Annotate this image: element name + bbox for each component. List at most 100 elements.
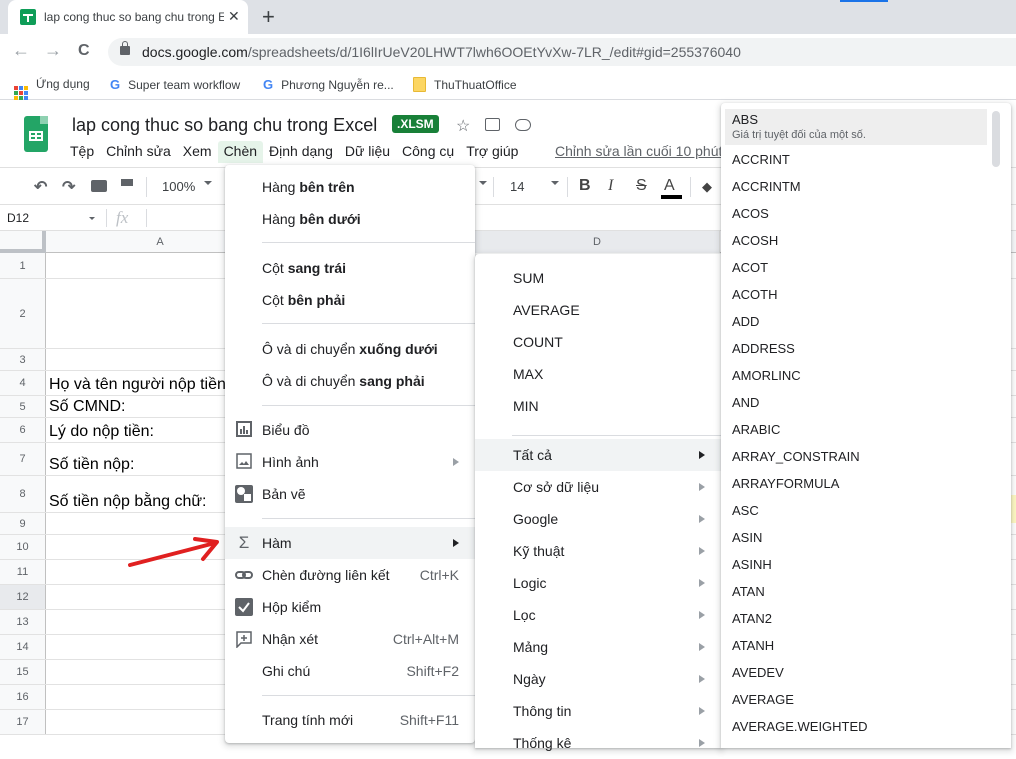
- function-list-item[interactable]: ACOT: [725, 254, 987, 281]
- function-list-item[interactable]: AND: [725, 389, 987, 416]
- row-header[interactable]: 17: [0, 710, 46, 734]
- function-category-item[interactable]: Logic: [475, 567, 721, 599]
- insert-item-bản-vẽ[interactable]: Bản vẽ: [225, 478, 475, 510]
- insert-item-hình-ảnh[interactable]: Hình ảnh: [225, 446, 475, 478]
- insert-item-ô-và-di-chuyển-sang-phải[interactable]: Ô và di chuyển sang phải: [225, 365, 475, 397]
- last-edit-link[interactable]: Chỉnh sửa lần cuối 10 phút: [555, 143, 722, 159]
- text-color-button[interactable]: A: [664, 177, 675, 195]
- address-bar[interactable]: docs.google.com/spreadsheets/d/1I6lIrUeV…: [108, 38, 1016, 66]
- function-category-item[interactable]: Ngày: [475, 663, 721, 695]
- insert-item-hàng-bên-trên[interactable]: Hàng bên trên: [225, 171, 475, 203]
- column-header-d[interactable]: D: [475, 231, 720, 253]
- row-header[interactable]: 5: [0, 396, 46, 417]
- function-category-item[interactable]: Thống kê: [475, 727, 721, 759]
- row-header[interactable]: 2: [0, 279, 46, 348]
- name-box[interactable]: D12: [7, 211, 29, 225]
- function-category-item[interactable]: Cơ sở dữ liệu: [475, 471, 721, 503]
- row-header[interactable]: 10: [0, 535, 46, 559]
- menu-tools[interactable]: Công cụ: [396, 141, 460, 163]
- function-category-item[interactable]: Tất cả: [475, 439, 721, 471]
- fill-color-icon[interactable]: ◆: [702, 179, 712, 195]
- function-list-item[interactable]: ACCRINT: [725, 146, 987, 173]
- function-list-item[interactable]: ARRAYFORMULA: [725, 470, 987, 497]
- menu-format[interactable]: Định dạng: [263, 141, 339, 163]
- menu-insert[interactable]: Chèn: [217, 141, 264, 163]
- cell-a[interactable]: Họ và tên người nộp tiền: [49, 376, 226, 394]
- function-list-item[interactable]: ACOS: [725, 200, 987, 227]
- insert-item-nhận-xét[interactable]: Nhận xét Ctrl+Alt+M: [225, 623, 475, 655]
- insert-item-ghi-chú[interactable]: Ghi chú Shift+F2: [225, 655, 475, 687]
- function-list-item[interactable]: AMORLINC: [725, 362, 987, 389]
- function-list-item[interactable]: ARRAY_CONSTRAIN: [725, 443, 987, 470]
- bookmark-phuong-nguyen[interactable]: G Phương Nguyễn re...: [263, 77, 394, 92]
- insert-item-trang-tính-mới[interactable]: Trang tính mới Shift+F11: [225, 704, 475, 736]
- menu-help[interactable]: Trợ giúp: [460, 141, 524, 163]
- function-list-item[interactable]: ACOTH: [725, 281, 987, 308]
- function-category-item[interactable]: Mảng: [475, 631, 721, 663]
- print-icon[interactable]: [91, 180, 107, 192]
- reload-icon[interactable]: C: [78, 42, 90, 60]
- row-header[interactable]: 12: [0, 585, 46, 609]
- cell-a[interactable]: Lý do nộp tiền:: [49, 423, 154, 441]
- bold-button[interactable]: B: [579, 177, 591, 195]
- row-header[interactable]: 8: [0, 476, 46, 512]
- name-box-caret-icon[interactable]: [89, 217, 95, 220]
- function-list-item[interactable]: ACCRINTM: [725, 173, 987, 200]
- cell-a[interactable]: Số tiền nộp:: [49, 456, 134, 474]
- paint-format-icon[interactable]: [121, 179, 133, 186]
- function-list-item[interactable]: AVERAGE: [725, 686, 987, 713]
- row-header[interactable]: 11: [0, 560, 46, 584]
- function-list-item[interactable]: ADD: [725, 308, 987, 335]
- row-header[interactable]: 9: [0, 513, 46, 534]
- strikethrough-button[interactable]: S: [636, 177, 647, 195]
- move-to-folder-icon[interactable]: [485, 118, 500, 131]
- menu-view[interactable]: Xem: [177, 141, 218, 163]
- row-header[interactable]: 14: [0, 635, 46, 659]
- scrollbar-thumb[interactable]: [992, 111, 1000, 167]
- insert-item-biểu-đồ[interactable]: Biểu đồ: [225, 414, 475, 446]
- function-category-item[interactable]: Google: [475, 503, 721, 535]
- new-tab-button[interactable]: +: [262, 4, 275, 30]
- function-list-item[interactable]: ATAN2: [725, 605, 987, 632]
- font-caret-icon[interactable]: [479, 181, 487, 185]
- row-header[interactable]: 15: [0, 660, 46, 684]
- function-list-item[interactable]: ARABIC: [725, 416, 987, 443]
- row-header[interactable]: 13: [0, 610, 46, 634]
- function-category-item[interactable]: Kỹ thuật: [475, 535, 721, 567]
- function-list-item[interactable]: ASINH: [725, 551, 987, 578]
- function-average[interactable]: AVERAGE: [475, 294, 721, 326]
- row-header[interactable]: 1: [0, 253, 46, 278]
- function-list-item[interactable]: ASIN: [725, 524, 987, 551]
- function-min[interactable]: MIN: [475, 390, 721, 422]
- insert-item-chèn-đường-liên-kết[interactable]: Chèn đường liên kết Ctrl+K: [225, 559, 475, 591]
- row-header[interactable]: 4: [0, 371, 46, 395]
- function-list-item[interactable]: ATAN: [725, 578, 987, 605]
- function-list-item[interactable]: ADDRESS: [725, 335, 987, 362]
- menu-file[interactable]: Tệp: [64, 141, 100, 163]
- back-arrow-icon[interactable]: ←: [12, 40, 30, 61]
- zoom-select[interactable]: 100%: [162, 179, 195, 194]
- function-item-abs[interactable]: ABS Giá trị tuyệt đối của một số.: [725, 109, 987, 145]
- insert-item-cột-bên-phải[interactable]: Cột bên phải: [225, 284, 475, 316]
- bookmark-super-team-workflow[interactable]: G Super team workflow: [110, 77, 240, 92]
- function-list-item[interactable]: ACOSH: [725, 227, 987, 254]
- function-list-item[interactable]: ATANH: [725, 632, 987, 659]
- menu-edit[interactable]: Chỉnh sửa: [100, 141, 177, 163]
- redo-icon[interactable]: ↷: [62, 177, 75, 197]
- select-all-corner[interactable]: [0, 231, 46, 253]
- menu-data[interactable]: Dữ liệu: [339, 141, 396, 163]
- bookmark-thuthuatoffice[interactable]: ThuThuatOffice: [413, 77, 517, 92]
- insert-item-hộp-kiểm[interactable]: Hộp kiểm: [225, 591, 475, 623]
- browser-tab[interactable]: lap cong thuc so bang chu trong Excel ✕: [8, 0, 248, 34]
- function-category-item[interactable]: Lọc: [475, 599, 721, 631]
- document-title[interactable]: lap cong thuc so bang chu trong Excel: [72, 115, 377, 136]
- function-count[interactable]: COUNT: [475, 326, 721, 358]
- bookmark-apps[interactable]: Ứng dụng: [14, 77, 90, 100]
- cloud-status-icon[interactable]: [515, 119, 531, 131]
- star-icon[interactable]: ☆: [456, 116, 470, 136]
- insert-item-hàng-bên-dưới[interactable]: Hàng bên dưới: [225, 203, 475, 235]
- cell-a[interactable]: Số CMND:: [49, 398, 125, 416]
- italic-button[interactable]: I: [608, 177, 613, 195]
- undo-icon[interactable]: ↶: [34, 177, 47, 197]
- sheets-logo-icon[interactable]: [24, 116, 48, 152]
